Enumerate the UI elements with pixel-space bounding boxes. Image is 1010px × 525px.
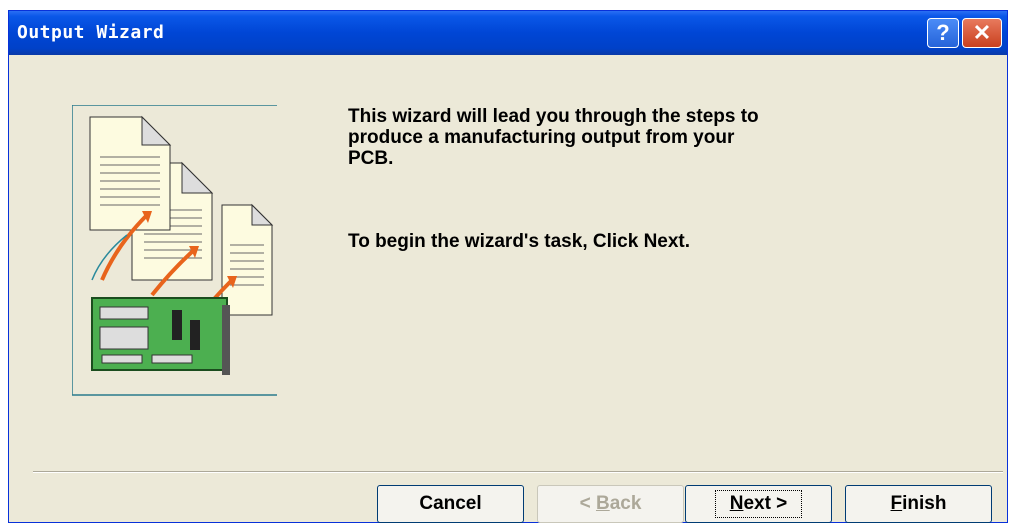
cancel-button[interactable]: Cancel (377, 485, 524, 523)
next-label: Next > (714, 490, 803, 518)
back-arrow: < (579, 493, 596, 514)
title-bar[interactable]: Output Wizard ? ✕ (9, 11, 1007, 55)
finish-button[interactable]: Finish (845, 485, 992, 523)
begin-message: To begin the wizard's task, Click Next. (348, 231, 691, 252)
next-accelerator: N (729, 493, 744, 514)
wizard-illustration (72, 105, 277, 396)
finish-label: Finish (891, 493, 947, 515)
finish-accelerator: F (890, 493, 903, 514)
help-icon: ? (936, 20, 950, 45)
back-button[interactable]: < Back (537, 485, 684, 523)
intro-message: This wizard will lead you through the st… (348, 106, 759, 169)
help-button[interactable]: ? (927, 18, 959, 48)
pcb-board-icon (91, 297, 230, 375)
finish-rest: inish (902, 493, 947, 514)
button-separator (33, 471, 1003, 473)
output-wizard-dialog: Output Wizard ? ✕ This wizard will lead … (8, 10, 1008, 523)
document-icon-1 (89, 115, 172, 231)
close-icon: ✕ (972, 20, 992, 45)
window-title: Output Wizard (17, 22, 165, 43)
document-icon-3 (221, 203, 274, 316)
close-button[interactable]: ✕ (962, 18, 1002, 48)
back-label: < Back (580, 493, 642, 515)
back-accelerator: B (595, 493, 610, 514)
back-rest: ack (609, 493, 642, 514)
next-rest: ext > (743, 493, 788, 514)
next-button[interactable]: Next > (685, 485, 832, 523)
cancel-label: Cancel (419, 493, 482, 514)
